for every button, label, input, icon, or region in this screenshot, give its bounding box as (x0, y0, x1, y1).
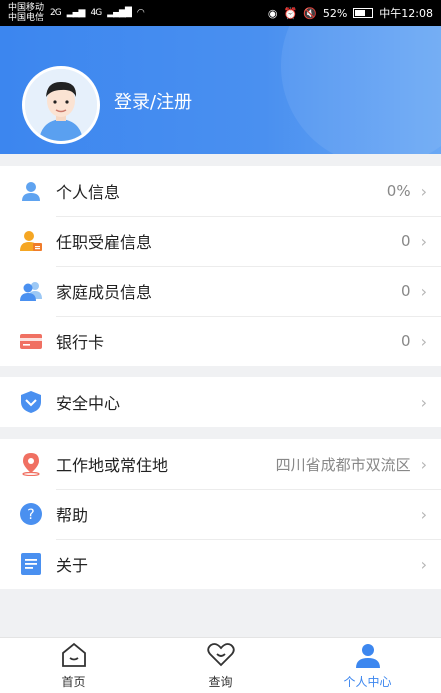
menu-item-about[interactable]: 关于 › (0, 539, 441, 589)
document-icon (18, 551, 44, 577)
header-decoration (281, 26, 441, 154)
menu-group-info: 个人信息 0% › 任职受雇信息 0 › 家庭成员信息 0 › 银行卡 0 › (0, 166, 441, 366)
tab-personal-center[interactable]: 个人中心 (294, 638, 441, 693)
menu-value: 0 (401, 232, 411, 250)
status-bar: 中国移动 中国电信 2G ▂▄▆ 4G ▂▄▆█ ◠ ◉ ⏰ 🔇 52% 中午1… (0, 0, 441, 26)
tab-home[interactable]: 首页 (0, 638, 147, 693)
menu-item-help[interactable]: ? 帮助 › (0, 489, 441, 539)
menu-label: 任职受雇信息 (56, 233, 153, 252)
signal-icon: ▂▄▆ (66, 8, 86, 18)
avatar[interactable] (22, 66, 100, 144)
profile-header: 登录/注册 (0, 26, 441, 154)
carrier-info: 中国移动 中国电信 (8, 3, 44, 23)
chevron-right-icon: › (420, 231, 427, 251)
battery-icon (353, 8, 374, 18)
chevron-right-icon: › (420, 181, 427, 201)
tab-label: 首页 (61, 674, 86, 689)
menu-item-family-info[interactable]: 家庭成员信息 0 › (0, 266, 441, 316)
menu-item-bank-card[interactable]: 银行卡 0 › (0, 316, 441, 366)
eye-icon: ◉ (267, 6, 278, 20)
heart-icon (206, 642, 236, 671)
chevron-right-icon: › (420, 331, 427, 351)
menu-value: 四川省成都市双流区 (275, 455, 411, 474)
mute-icon: 🔇 (303, 6, 317, 20)
carrier-1: 中国移动 (8, 3, 45, 13)
person-icon (354, 642, 382, 671)
employee-icon (18, 228, 44, 254)
bank-card-icon (18, 328, 44, 354)
menu-label: 帮助 (56, 506, 89, 525)
chevron-right-icon: › (420, 504, 427, 524)
chevron-right-icon: › (420, 281, 427, 301)
svg-text:?: ? (27, 507, 34, 523)
menu-label: 银行卡 (56, 333, 105, 352)
menu-item-employment-info[interactable]: 任职受雇信息 0 › (0, 216, 441, 266)
shield-icon (18, 389, 44, 415)
menu-group-security: 安全中心 › (0, 377, 441, 427)
alarm-icon: ⏰ (283, 6, 298, 20)
menu-value: 0% (386, 182, 411, 200)
network-2: 4G (90, 8, 102, 18)
menu-value: 0 (401, 282, 411, 300)
menu-value: 0 (401, 332, 411, 350)
tab-query[interactable]: 查询 (147, 638, 294, 693)
menu-item-personal-info[interactable]: 个人信息 0% › (0, 166, 441, 216)
chevron-right-icon: › (420, 392, 427, 412)
clock: 中午12:08 (379, 7, 433, 20)
tab-label: 个人中心 (343, 674, 392, 689)
person-icon (18, 178, 44, 204)
home-icon (60, 642, 88, 671)
wifi-icon: ◠ (136, 8, 145, 18)
menu-label: 个人信息 (56, 183, 121, 202)
carrier-2: 中国电信 (8, 13, 45, 23)
menu-item-work-location[interactable]: 工作地或常住地 四川省成都市双流区 › (0, 439, 441, 489)
location-pin-icon (18, 451, 44, 477)
bottom-tab-bar: 首页 查询 个人中心 (0, 637, 441, 693)
tab-label: 查询 (208, 674, 233, 689)
menu-item-security-center[interactable]: 安全中心 › (0, 377, 441, 427)
help-icon: ? (18, 501, 44, 527)
menu-label: 工作地或常住地 (56, 456, 169, 475)
menu-group-other: 工作地或常住地 四川省成都市双流区 › ? 帮助 › 关于 › (0, 439, 441, 589)
family-icon (18, 278, 44, 304)
menu-label: 家庭成员信息 (56, 283, 153, 302)
battery-percent: 52% (322, 6, 348, 20)
menu-label: 关于 (56, 556, 89, 575)
signal-icon-2: ▂▄▆█ (107, 8, 132, 18)
chevron-right-icon: › (420, 554, 427, 574)
chevron-right-icon: › (420, 454, 427, 474)
menu-label: 安全中心 (56, 394, 121, 413)
login-register-link[interactable]: 登录/注册 (114, 88, 192, 114)
network-1: 2G (50, 8, 62, 18)
